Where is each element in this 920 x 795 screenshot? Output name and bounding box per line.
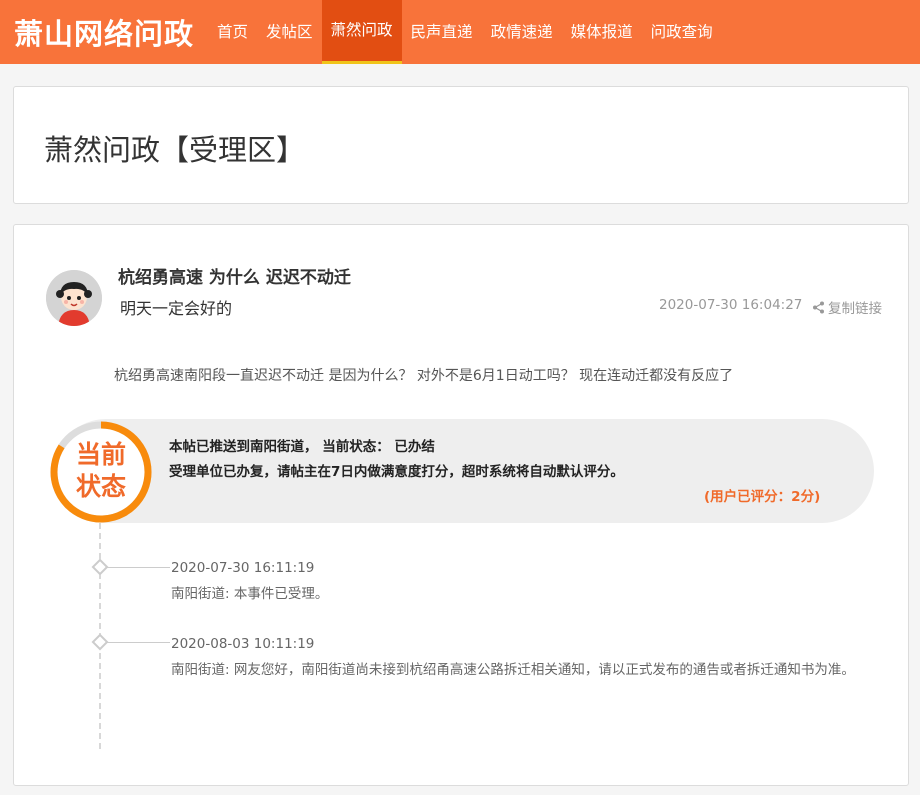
page-title: 萧然问政【受理区】 — [44, 133, 306, 167]
post-body: 杭绍勇高速南阳段一直迟迟不动迁 是因为什么？ 对外不是6月1日动工吗？ 现在连动… — [114, 368, 734, 384]
status-ring-label: 当前 状态 — [75, 440, 126, 501]
timeline-text: 南阳街道: 本事件已受理。 — [171, 586, 329, 602]
nav-item-media-reports[interactable]: 媒体报道 — [562, 0, 642, 64]
status-push-text: 本帖已推送到南阳街道， 当前状态： 已办结 — [169, 439, 435, 455]
timeline-connector — [106, 642, 170, 643]
timeline-text: 南阳街道: 网友您好，南阳街道尚未接到杭绍甬高速公路拆迁相关通知，请以正式发布的… — [171, 662, 855, 678]
page-title-card: 萧然问政【受理区】 — [13, 86, 909, 204]
main-nav: 首页 发帖区 萧然问政 民声直递 政情速递 媒体报道 问政查询 — [208, 0, 722, 64]
timeline-connector — [106, 567, 170, 568]
nav-item-xiaoran-wenzheng[interactable]: 萧然问政 — [321, 0, 402, 64]
timeline-time: 2020-07-30 16:11:19 — [171, 560, 315, 576]
nav-item-zhengqing-sudi[interactable]: 政情速递 — [482, 0, 562, 64]
user-score-text: (用户已评分：2分) — [704, 489, 821, 505]
user-avatar-icon — [46, 270, 102, 326]
nav-item-minsheng-zhidi[interactable]: 民声直递 — [402, 0, 482, 64]
nav-item-query[interactable]: 问政查询 — [642, 0, 722, 64]
nav-item-post-area[interactable]: 发帖区 — [257, 0, 322, 64]
post-author-name: 明天一定会好的 — [120, 299, 233, 318]
post-title: 杭绍勇高速 为什么 迟迟不动迁 — [118, 268, 351, 288]
status-reply-text: 受理单位已办复，请帖主在7日内做满意度打分，超时系统将自动默认评分。 — [169, 464, 624, 480]
site-logo[interactable]: 萧山网络问政 — [14, 11, 204, 53]
nav-item-home[interactable]: 首页 — [208, 0, 257, 64]
share-icon — [813, 301, 824, 313]
copy-link-button[interactable]: 复制链接 — [812, 297, 882, 317]
avatar[interactable] — [46, 270, 102, 326]
post-card: 杭绍勇高速 为什么 迟迟不动迁 明天一定会好的 2020-07-30 16:04… — [13, 224, 909, 786]
top-navbar: 萧山网络问政 首页 发帖区 萧然问政 民声直递 政情速递 媒体报道 问政查询 — [0, 0, 920, 64]
post-timestamp: 2020-07-30 16:04:27 — [659, 297, 803, 313]
timeline-time: 2020-08-03 10:11:19 — [171, 636, 315, 652]
copy-link-label: 复制链接 — [828, 301, 882, 317]
